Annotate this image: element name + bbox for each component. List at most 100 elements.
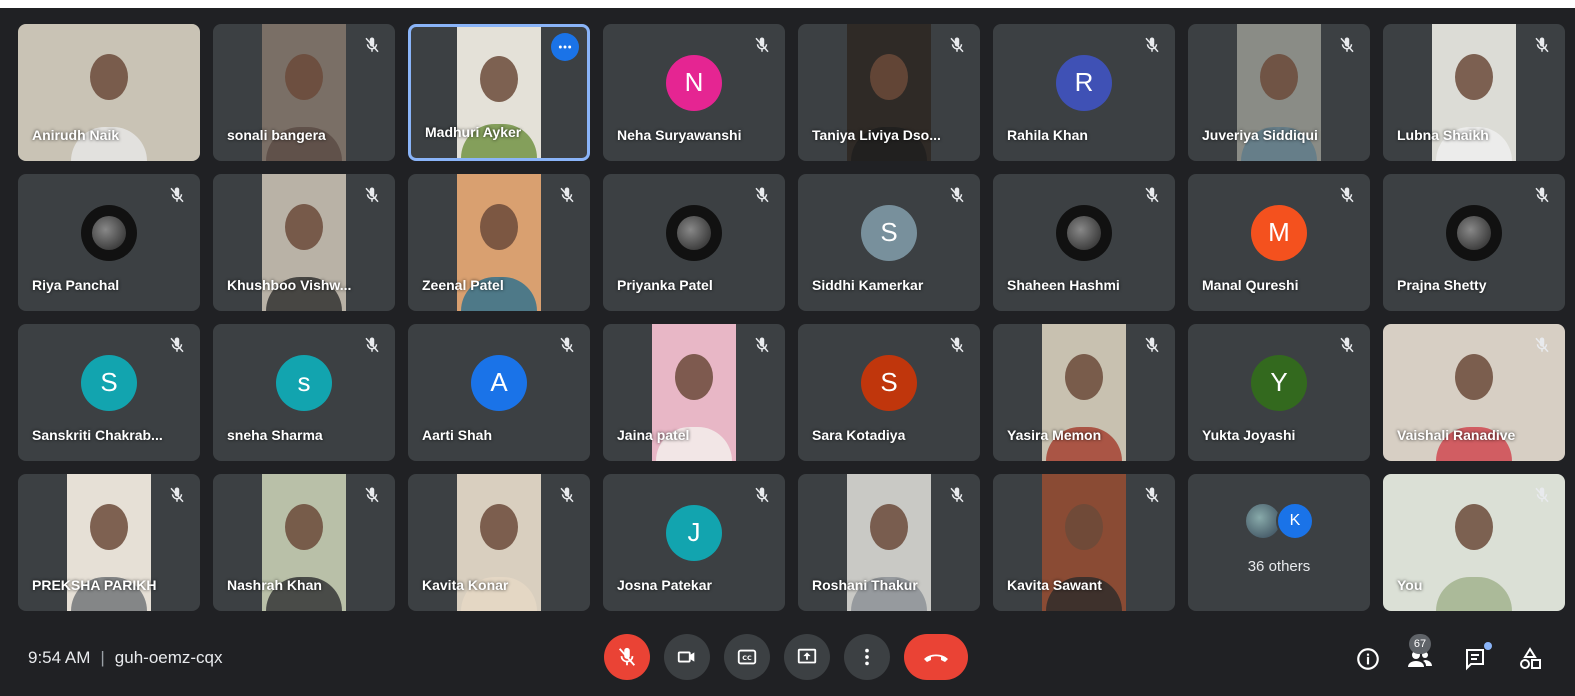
participant-tile-taniya-liviya-dso[interactable]: Taniya Liviya Dso...: [798, 24, 980, 161]
mic-off-icon: [166, 484, 188, 506]
participant-tile-sanskriti-chakrab[interactable]: S Sanskriti Chakrab...: [18, 324, 200, 461]
participant-name: Sara Kotadiya: [812, 427, 906, 443]
mic-off-icon: [556, 484, 578, 506]
participant-tile-khushboo-vishw[interactable]: Khushboo Vishw...: [213, 174, 395, 311]
participant-tile-anirudh-naik[interactable]: Anirudh Naik: [18, 24, 200, 161]
meeting-details-button[interactable]: [1353, 644, 1383, 674]
participant-tile-sara-kotadiya[interactable]: S Sara Kotadiya: [798, 324, 980, 461]
mic-off-icon: [946, 334, 968, 356]
present-screen-icon: [797, 648, 817, 664]
mic-off-icon: [1531, 334, 1553, 356]
people-button[interactable]: 67: [1405, 634, 1435, 674]
participant-name: Madhuri Ayker: [425, 124, 522, 140]
participant-tile-roshani-thakur[interactable]: Roshani Thakur: [798, 474, 980, 611]
participant-tile-juveriya-siddiqui[interactable]: Juveriya Siddiqui: [1188, 24, 1370, 161]
participant-tile-zeenal-patel[interactable]: Zeenal Patel: [408, 174, 590, 311]
mic-off-icon: [556, 184, 578, 206]
participant-name: sonali bangera: [227, 127, 326, 143]
participant-tile-manal-qureshi[interactable]: M Manal Qureshi: [1188, 174, 1370, 311]
participant-tile-yukta-joyashi[interactable]: Y Yukta Joyashi: [1188, 324, 1370, 461]
present-button[interactable]: [784, 634, 830, 680]
participant-name: Priyanka Patel: [617, 277, 713, 293]
separator: |: [100, 648, 105, 667]
camera-icon: [677, 651, 695, 663]
participant-name: Khushboo Vishw...: [227, 277, 352, 293]
avatar-initial: A: [471, 354, 527, 411]
participant-face: [870, 504, 908, 551]
participant-tile-rahila-khan[interactable]: R Rahila Khan: [993, 24, 1175, 161]
participant-face: [1260, 54, 1298, 101]
avatar-initial: s: [276, 354, 332, 411]
participant-face: [1065, 504, 1103, 551]
mic-off-icon: [1336, 34, 1358, 56]
avatar-initial: Y: [1251, 354, 1307, 411]
bottom-toolbar: 9:54 AM | guh-oemz-cqx CC 67: [0, 620, 1575, 696]
participant-tile-sneha-sharma[interactable]: s sneha Sharma: [213, 324, 395, 461]
participant-name: Riya Panchal: [32, 277, 120, 293]
participant-name: Siddhi Kamerkar: [812, 277, 924, 293]
participant-tile-lubna-shaikh[interactable]: Lubna Shaikh: [1383, 24, 1565, 161]
participant-tile-neha-suryawanshi[interactable]: N Neha Suryawanshi: [603, 24, 785, 161]
participant-tile-jaina-patel[interactable]: Jaina patel: [603, 324, 785, 461]
chat-button[interactable]: [1460, 642, 1492, 674]
participant-tile-preksha-parikh[interactable]: PREKSHA PARIKH: [18, 474, 200, 611]
mic-off-icon: [361, 334, 383, 356]
mini-avatar-initial: K: [1276, 502, 1314, 540]
participant-tile-yasira-memon[interactable]: Yasira Memon: [993, 324, 1175, 461]
mic-off-icon: [1141, 34, 1163, 56]
participant-tile-others[interactable]: K 36 others: [1188, 474, 1370, 611]
participant-face: [1455, 54, 1493, 101]
captions-button[interactable]: CC: [724, 634, 770, 680]
microphone-off-button[interactable]: [604, 634, 650, 680]
mic-off-icon: [946, 34, 968, 56]
mic-off-icon: [751, 334, 773, 356]
participant-name: Juveriya Siddiqui: [1202, 127, 1318, 143]
participant-tile-riya-panchal[interactable]: Riya Panchal: [18, 174, 200, 311]
participant-tile-nashrah-khan[interactable]: Nashrah Khan: [213, 474, 395, 611]
participant-face: [1455, 504, 1493, 551]
mic-off-icon: [361, 184, 383, 206]
participant-face: [870, 54, 908, 101]
participant-face: [90, 54, 128, 101]
participant-tile-siddhi-kamerkar[interactable]: S Siddhi Kamerkar: [798, 174, 980, 311]
activities-button[interactable]: [1515, 644, 1545, 674]
participant-tile-madhuri-ayker[interactable]: Madhuri Ayker: [408, 24, 590, 161]
participant-name: Aarti Shah: [422, 427, 493, 443]
participant-face: [480, 55, 518, 102]
avatar-initial: S: [861, 204, 917, 261]
participant-tile-priyanka-patel[interactable]: Priyanka Patel: [603, 174, 785, 311]
more-options-button[interactable]: [844, 634, 890, 680]
others-summary: K 36 others: [1188, 502, 1370, 575]
avatar-photo: [1446, 204, 1502, 261]
participant-face: [1455, 354, 1493, 401]
participant-name: Kavita Sawant: [1007, 577, 1102, 593]
participant-name: Taniya Liviya Dso...: [812, 127, 941, 143]
end-call-button[interactable]: [904, 634, 968, 680]
participant-name: PREKSHA PARIKH: [32, 577, 157, 593]
participant-tile-you[interactable]: You: [1383, 474, 1565, 611]
camera-button[interactable]: [664, 634, 710, 680]
participant-face: [90, 504, 128, 551]
participant-face: [285, 204, 323, 251]
participant-tile-kavita-konar[interactable]: Kavita Konar: [408, 474, 590, 611]
others-avatars: K: [1188, 502, 1370, 542]
participant-tile-aarti-shah[interactable]: A Aarti Shah: [408, 324, 590, 461]
participant-tile-kavita-sawant[interactable]: Kavita Sawant: [993, 474, 1175, 611]
participant-name: Josna Patekar: [617, 577, 712, 593]
meeting-code[interactable]: guh-oemz-cqx: [115, 648, 223, 667]
mic-off-icon: [556, 334, 578, 356]
participant-tile-vaishali-ranadive[interactable]: Vaishali Ranadive: [1383, 324, 1565, 461]
tile-more-options-icon[interactable]: [551, 33, 579, 61]
participant-tile-josna-patekar[interactable]: J Josna Patekar: [603, 474, 785, 611]
svg-text:CC: CC: [742, 654, 752, 662]
participant-tile-sonali-bangera[interactable]: sonali bangera: [213, 24, 395, 161]
participant-tile-shaheen-hashmi[interactable]: Shaheen Hashmi: [993, 174, 1175, 311]
participant-name: Jaina patel: [617, 427, 690, 443]
unread-dot: [1484, 642, 1492, 650]
participant-name: sneha Sharma: [227, 427, 323, 443]
mic-off-icon: [1531, 184, 1553, 206]
mic-off-icon: [361, 484, 383, 506]
mic-off-icon: [751, 184, 773, 206]
participant-tile-prajna-shetty[interactable]: Prajna Shetty: [1383, 174, 1565, 311]
mic-off-icon: [361, 34, 383, 56]
